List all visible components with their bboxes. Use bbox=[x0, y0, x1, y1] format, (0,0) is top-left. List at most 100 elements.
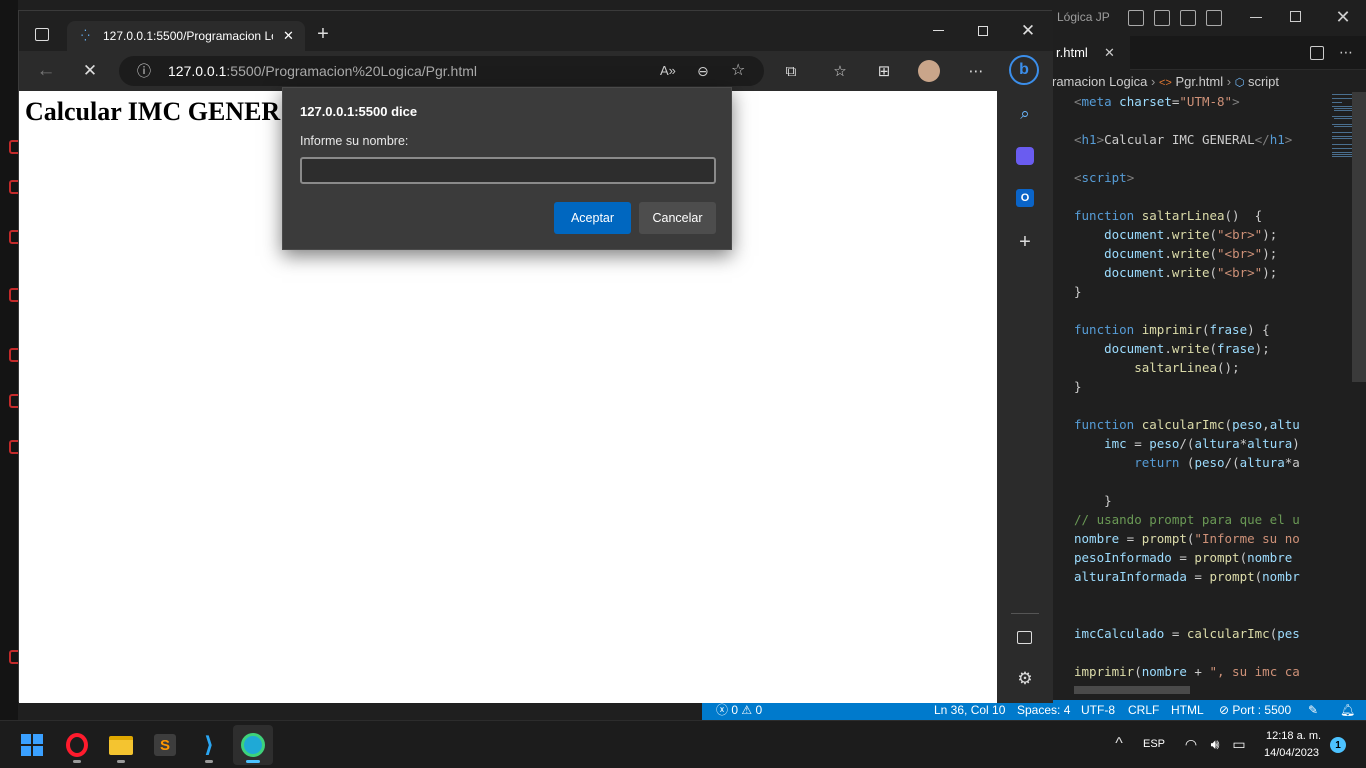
code-line[interactable]: } bbox=[1074, 491, 1112, 510]
outlook-icon[interactable]: O bbox=[1016, 189, 1034, 207]
taskbar-edge[interactable] bbox=[233, 725, 273, 765]
code-token: ( bbox=[1224, 417, 1233, 432]
code-line[interactable]: imcCalculado = calcularImc(pes bbox=[1074, 624, 1300, 643]
code-token: imc bbox=[1104, 436, 1127, 451]
extensions-icon[interactable]: ⧉ bbox=[781, 61, 801, 81]
minimize-icon[interactable] bbox=[1250, 17, 1262, 18]
read-aloud-icon[interactable]: A» bbox=[660, 56, 676, 86]
breadcrumb-folder[interactable]: ramacion Logica bbox=[1052, 74, 1147, 89]
folder-icon bbox=[109, 735, 133, 755]
settings-more-icon[interactable]: ⋯ bbox=[965, 60, 987, 82]
address-bar[interactable]: ⓘ 127.0.0.1:5500/Programacion%20Logica/P… bbox=[119, 56, 764, 86]
code-token: write bbox=[1171, 265, 1210, 280]
breadcrumb-file[interactable]: Pgr.html bbox=[1175, 74, 1223, 89]
code-line[interactable]: function calcularImc(peso,altu bbox=[1074, 415, 1300, 434]
close-window-icon[interactable]: ✕ bbox=[1017, 20, 1039, 42]
volume-icon[interactable]: 🔊︎ bbox=[1205, 734, 1225, 754]
encoding[interactable]: UTF-8 bbox=[1081, 700, 1115, 720]
language-mode[interactable]: HTML bbox=[1171, 700, 1204, 720]
show-hidden-icons-chevron[interactable]: ^ bbox=[1110, 735, 1128, 753]
live-server-port[interactable]: ⊘ Port : 5500 bbox=[1219, 700, 1291, 720]
code-line[interactable]: <h1>Calcular IMC GENERAL</h1> bbox=[1074, 130, 1292, 149]
close-tab-icon[interactable]: ✕ bbox=[283, 21, 294, 51]
collections-icon[interactable]: ⊞ bbox=[874, 61, 894, 81]
sidebar-settings-icon[interactable]: ⚙ bbox=[1014, 668, 1036, 690]
clock-time[interactable]: 12:18 a. m. bbox=[1266, 730, 1321, 742]
indentation[interactable]: Spaces: 4 bbox=[1017, 700, 1070, 720]
favorites-icon[interactable]: ☆ bbox=[830, 61, 850, 81]
code-line[interactable]: // usando prompt para que el u bbox=[1074, 510, 1300, 529]
code-line[interactable]: pesoInformado = prompt(nombre bbox=[1074, 548, 1292, 567]
minimize-icon[interactable] bbox=[933, 30, 944, 31]
clock-date[interactable]: 14/04/2023 bbox=[1264, 747, 1319, 759]
bing-copilot-icon[interactable]: b bbox=[1009, 55, 1039, 85]
maximize-icon[interactable] bbox=[978, 26, 988, 36]
taskbar-file-explorer[interactable] bbox=[101, 725, 141, 765]
code-line[interactable]: document.write("<br>"); bbox=[1074, 225, 1277, 244]
close-icon[interactable]: ✕ bbox=[1332, 6, 1354, 28]
more-actions-icon[interactable]: ⋯ bbox=[1336, 42, 1356, 62]
input-language[interactable]: ESP bbox=[1143, 738, 1165, 750]
toggle-sidebar-icon[interactable] bbox=[1128, 10, 1144, 26]
new-tab-icon[interactable]: + bbox=[313, 23, 333, 45]
copilot-icon[interactable] bbox=[1016, 147, 1034, 165]
taskbar-opera[interactable] bbox=[57, 725, 97, 765]
code-line[interactable]: } bbox=[1074, 377, 1082, 396]
code-line[interactable]: <script> bbox=[1074, 168, 1134, 187]
feedback-icon[interactable]: ✎ bbox=[1308, 700, 1318, 720]
code-token: document bbox=[1104, 341, 1165, 356]
back-icon[interactable]: ← bbox=[35, 60, 57, 82]
hide-sidebar-icon[interactable] bbox=[1017, 631, 1032, 644]
code-line[interactable]: function saltarLinea() { bbox=[1074, 206, 1262, 225]
tab-actions-icon[interactable] bbox=[35, 28, 49, 41]
line-ending[interactable]: CRLF bbox=[1128, 700, 1159, 720]
horizontal-scrollbar[interactable] bbox=[1074, 686, 1190, 694]
code-line[interactable]: return (peso/(altura*a bbox=[1074, 453, 1300, 472]
maximize-icon[interactable] bbox=[1290, 11, 1301, 22]
code-line[interactable]: document.write("<br>"); bbox=[1074, 244, 1277, 263]
name-input[interactable] bbox=[300, 157, 716, 184]
code-line[interactable]: alturaInformada = prompt(nombr bbox=[1074, 567, 1300, 586]
code-token: = bbox=[1119, 531, 1142, 546]
editor-tab[interactable]: r.html ✕ bbox=[1052, 36, 1130, 70]
code-line[interactable]: nombre = prompt("Informe su no bbox=[1074, 529, 1300, 548]
site-info-icon[interactable]: ⓘ bbox=[137, 56, 151, 86]
notifications-icon[interactable]: 🔔︎ bbox=[1340, 700, 1355, 720]
zoom-out-icon[interactable]: ⊖ bbox=[697, 56, 709, 86]
code-line[interactable]: function imprimir(frase) { bbox=[1074, 320, 1270, 339]
battery-icon[interactable]: ▭ bbox=[1229, 734, 1249, 754]
code-line[interactable]: <meta charset="UTM-8"> bbox=[1074, 92, 1240, 111]
notification-badge[interactable]: 1 bbox=[1330, 737, 1346, 753]
code-editor[interactable]: <meta charset="UTM-8"> <h1>Calcular IMC G… bbox=[1052, 92, 1314, 694]
editor-scrollbar[interactable] bbox=[1352, 92, 1366, 382]
start-button[interactable] bbox=[12, 725, 52, 765]
browser-tab[interactable]: ⁛ 127.0.0.1:5500/Programacion Lo ✕ bbox=[67, 21, 305, 51]
code-line[interactable]: document.write(frase); bbox=[1074, 339, 1270, 358]
code-line[interactable]: imprimir(nombre + ", su imc ca bbox=[1074, 662, 1300, 681]
code-token: * bbox=[1239, 436, 1248, 451]
breadcrumb-symbol[interactable]: script bbox=[1248, 74, 1279, 89]
code-line[interactable]: imc = peso/(altura*altura) bbox=[1074, 434, 1300, 453]
add-sidebar-app-icon[interactable]: + bbox=[1014, 231, 1036, 253]
search-icon[interactable]: ⌕ bbox=[1014, 103, 1036, 125]
stop-loading-icon[interactable]: ✕ bbox=[79, 60, 101, 82]
cancel-button[interactable]: Cancelar bbox=[639, 202, 716, 234]
profile-avatar[interactable] bbox=[918, 60, 940, 82]
taskbar-sublime[interactable]: S bbox=[145, 725, 185, 765]
add-favorite-icon[interactable]: ☆ bbox=[731, 56, 745, 86]
close-tab-icon[interactable]: ✕ bbox=[1104, 36, 1115, 70]
toggle-secondary-sidebar-icon[interactable] bbox=[1180, 10, 1196, 26]
code-line[interactable]: document.write("<br>"); bbox=[1074, 263, 1277, 282]
code-token: ( bbox=[1134, 664, 1142, 679]
cursor-position[interactable]: Ln 36, Col 10 bbox=[934, 700, 1005, 720]
code-line[interactable]: saltarLinea(); bbox=[1074, 358, 1239, 377]
toggle-panel-icon[interactable] bbox=[1154, 10, 1170, 26]
taskbar-vscode[interactable]: ⟩ bbox=[189, 725, 229, 765]
split-editor-icon[interactable] bbox=[1310, 46, 1324, 60]
wifi-icon[interactable]: ◠ bbox=[1181, 734, 1201, 754]
code-line[interactable]: } bbox=[1074, 282, 1082, 301]
ok-button[interactable]: Aceptar bbox=[554, 202, 631, 234]
customize-layout-icon[interactable] bbox=[1206, 10, 1222, 26]
errors-warnings[interactable]: ⓧ 0 ⚠ 0 bbox=[716, 700, 762, 720]
